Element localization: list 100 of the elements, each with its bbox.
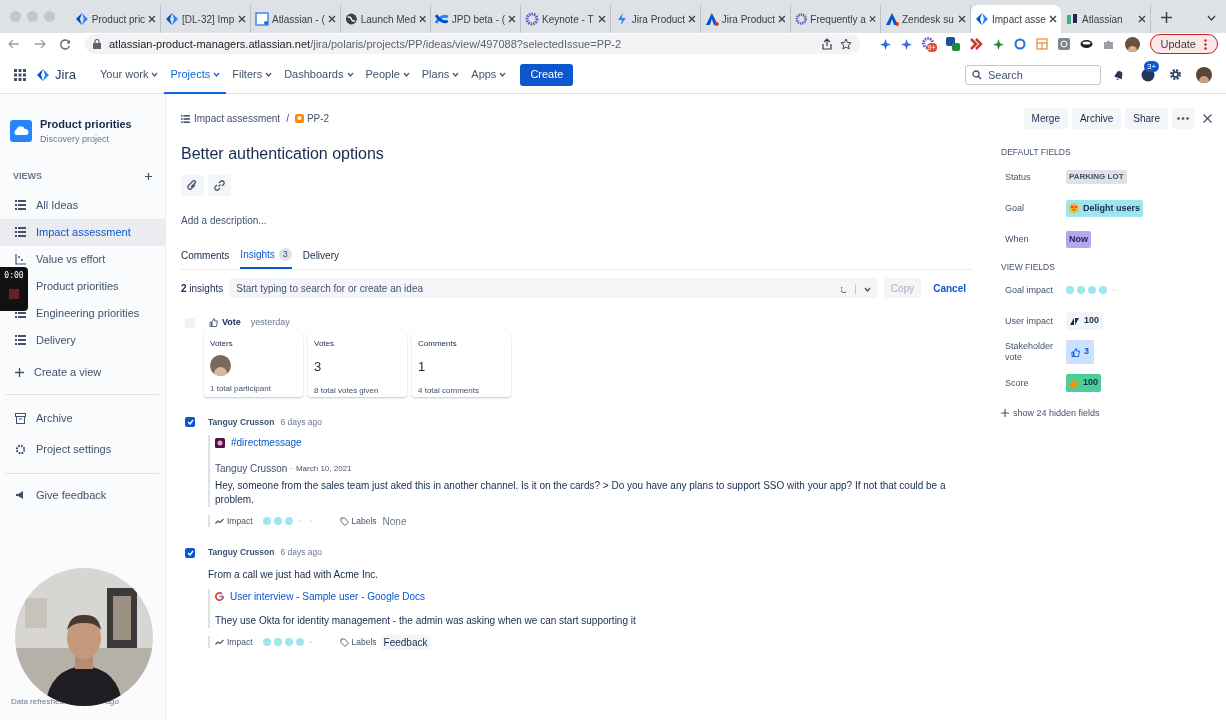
sidebar-item[interactable]: Project settings [0,433,165,465]
settings-icon[interactable] [1169,68,1182,81]
close-icon[interactable] [418,15,426,23]
close-icon[interactable] [1203,114,1212,123]
sidebar-item[interactable]: Delivery [0,326,165,354]
chevron-down-icon [452,72,460,77]
nav-menu[interactable]: Filters [226,55,279,94]
browser-tab[interactable]: Impact asse [971,5,1061,33]
product-name[interactable]: Jira [55,64,76,85]
extension-icon[interactable] [945,37,960,51]
close-icon[interactable] [688,15,696,23]
status-lozenge[interactable]: PARKING LOT [1066,170,1127,185]
sparkle-icon[interactable] [879,38,891,50]
goal-tag[interactable]: Delight users [1066,199,1143,217]
idea-title[interactable]: Better authentication options [181,142,972,166]
sunburst-icon [525,12,539,26]
close-icon[interactable] [1049,15,1057,23]
create-button[interactable]: Create [520,63,574,86]
notifications-icon[interactable] [1113,68,1125,81]
close-icon[interactable] [958,15,966,23]
tab-title: Zendesk su [902,12,955,27]
nav-menu[interactable]: People [359,55,416,94]
sidebar-item[interactable]: Give feedback [0,481,165,509]
nav-menu[interactable]: Your work [93,55,165,94]
card-title: Votes [314,337,335,350]
nav-menu[interactable]: Dashboards [278,55,360,94]
action-button[interactable]: Merge [1023,108,1068,129]
action-button[interactable]: Archive [1071,108,1122,129]
search-field[interactable]: Search [965,64,1101,85]
chevron-down-icon[interactable] [1207,15,1216,21]
new-tab-icon[interactable] [1161,12,1172,23]
more-icon [1204,38,1207,50]
crossed-arcs-icon [435,12,449,26]
vote-count[interactable]: 3 [1066,340,1094,364]
user-avatar[interactable] [1196,66,1212,83]
checkbox[interactable] [185,416,195,427]
field-label: Status [1004,171,1032,183]
tab-title: Jira Product [631,12,686,27]
insight-time: 6 days ago [280,415,323,429]
close-icon[interactable] [778,15,786,23]
description-field[interactable]: Add a description... [181,213,972,228]
card-value: 1 [418,357,427,376]
checkbox[interactable] [185,547,195,558]
more-button[interactable] [1172,108,1194,129]
insight-time: yesterday [250,316,290,329]
tab[interactable]: Comments [181,247,230,269]
add-icon[interactable] [145,173,152,181]
profile-avatar[interactable] [1124,36,1140,52]
score-value[interactable]: 100 [1066,374,1102,392]
sidebar-item[interactable]: Archive [0,402,165,434]
cancel-button[interactable]: Cancel [927,278,972,298]
sparkle-icon[interactable] [900,38,912,50]
user-impact-value[interactable]: 100 [1066,312,1104,330]
breadcrumb-link[interactable]: Impact assessment [194,111,281,126]
address-field[interactable]: atlassian-product-managers.atlassian.net/jira/polaris/projects/PP/ideas/view/497088?selectedIssue=PP-2 [85,34,860,54]
disc-icon[interactable] [1079,39,1093,49]
close-icon[interactable] [148,15,156,23]
nav-menu[interactable]: Apps [465,55,513,94]
back-icon[interactable] [8,39,20,49]
when-tag[interactable]: Now [1066,230,1091,248]
star-icon[interactable] [839,38,852,50]
attach-button[interactable] [181,175,204,196]
source-link[interactable]: User interview - Sample user - Google Docs [230,589,426,604]
breadcrumb-link[interactable]: PP-2 [306,111,330,126]
reload-icon[interactable] [60,38,71,50]
chevron-down-icon[interactable] [863,286,871,292]
label-tag[interactable]: Feedback [380,634,431,650]
search-icon [972,69,982,80]
show-hidden-fields-link[interactable]: show 24 hidden fields [1001,406,1212,420]
sparkle-icon[interactable] [992,38,1004,50]
sidebar-item[interactable]: Create a view [0,358,165,386]
square-icon[interactable] [1057,38,1070,50]
share-icon[interactable] [821,38,832,50]
close-icon[interactable] [1138,15,1146,23]
close-icon[interactable] [508,15,516,23]
close-icon[interactable] [238,15,246,23]
jira-logo-icon [165,12,179,26]
nav-menu[interactable]: Plans [415,55,466,94]
chevrons-icon[interactable] [969,38,983,50]
labels-value[interactable]: None [382,513,407,529]
update-button[interactable]: Update [1149,34,1218,54]
close-icon[interactable] [868,15,876,23]
close-icon[interactable] [598,15,606,23]
forward-icon[interactable] [34,39,46,49]
source-link[interactable]: #directmessage [231,435,302,451]
idea-search-field[interactable]: Start typing to search for or create an idea [229,278,878,298]
link-button[interactable] [208,175,231,196]
sunburst-icon[interactable] [921,37,934,49]
section-heading: VIEW FIELDS [1001,260,1056,274]
action-button[interactable]: Share [1125,108,1168,129]
nav-menu[interactable]: Projects [164,55,227,94]
card-footer: 1 total participant [210,382,297,395]
sidebar-item[interactable]: Impact assessment [0,218,165,246]
close-icon[interactable] [328,15,336,23]
ring-icon[interactable] [1013,38,1026,50]
tab[interactable]: Delivery [302,247,339,269]
sidebar-item[interactable]: All Ideas [0,191,165,219]
url-text: atlassian-product-managers.atlassian.net/jira/polaris/projects/PP/ideas/view/497088?selectedIssue=PP-2 [109,36,622,52]
tab[interactable]: Insights 3 [240,247,292,269]
app-switcher-icon[interactable] [14,68,26,81]
